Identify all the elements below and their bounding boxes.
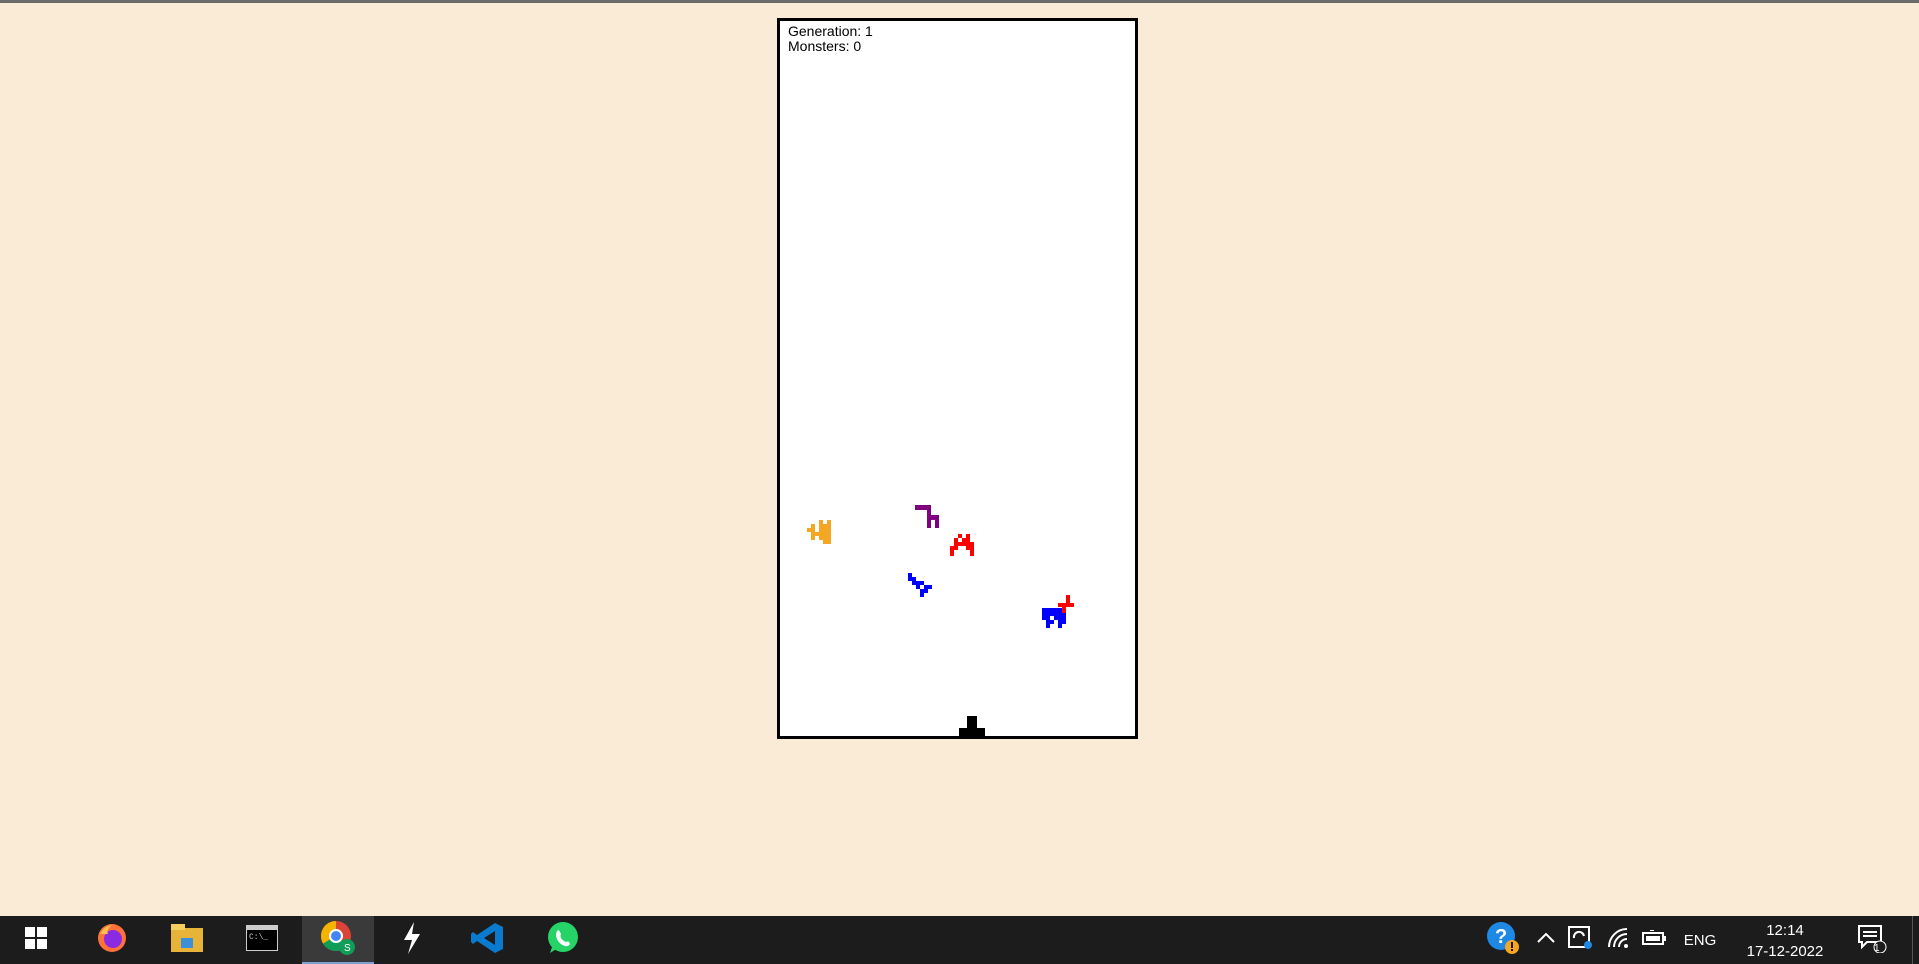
taskbar: C:\_ S ? ENG 12:14 17-12-2022 1 (0, 916, 1919, 964)
monster-orange (807, 520, 833, 544)
monsters-counter: Monsters: 0 (788, 38, 862, 54)
monster-blue (908, 573, 934, 597)
sync-tray-item[interactable] (1566, 916, 1596, 964)
notification-icon (1857, 923, 1887, 958)
help-tray-item[interactable]: ? (1486, 916, 1520, 964)
whatsapp-icon (546, 921, 580, 960)
wifi-icon (1607, 927, 1631, 954)
notification-count: 1 (1874, 943, 1880, 954)
show-desktop-button[interactable] (1912, 916, 1919, 964)
hud: Generation: 1 Monsters: 0 (788, 24, 873, 54)
player-cannon[interactable] (959, 716, 985, 736)
generation-counter: Generation: 1 (788, 23, 873, 39)
show-hidden-icons-button[interactable] (1532, 916, 1560, 964)
svg-text:C:\_: C:\_ (249, 933, 268, 942)
chrome-icon: S (320, 920, 356, 961)
sync-icon (1568, 925, 1594, 955)
battery-tray-item[interactable] (1640, 916, 1670, 964)
terminal-button[interactable]: C:\_ (226, 916, 298, 964)
terminal-icon: C:\_ (245, 923, 279, 956)
svg-text:S: S (344, 943, 351, 954)
start-button[interactable] (0, 916, 72, 964)
firefox-button[interactable] (76, 916, 148, 964)
app-button[interactable] (376, 916, 448, 964)
whatsapp-button[interactable] (527, 916, 599, 964)
firefox-icon (96, 922, 128, 959)
file-explorer-icon (171, 923, 203, 957)
action-center-button[interactable]: 1 (1852, 916, 1892, 964)
chrome-button[interactable]: S (302, 916, 374, 964)
clock-time: 12:14 (1766, 922, 1804, 939)
monster-purple (915, 505, 941, 531)
help-icon: ? (1486, 921, 1520, 960)
battery-icon (1642, 928, 1668, 951)
file-explorer-button[interactable] (151, 916, 223, 964)
chevron-up-icon (1537, 931, 1555, 949)
clock-date: 17-12-2022 (1746, 943, 1824, 960)
window-top-border (0, 0, 1919, 3)
app-icon (400, 921, 424, 959)
svg-text:?: ? (1495, 926, 1507, 948)
monster-red (950, 534, 976, 558)
vscode-icon (471, 921, 505, 960)
game-board[interactable]: Generation: 1 Monsters: 0 (777, 18, 1138, 739)
windows-logo-icon (25, 926, 47, 954)
clock[interactable]: 12:14 17-12-2022 (1710, 920, 1860, 962)
wifi-tray-item[interactable] (1604, 916, 1634, 964)
monster-red-small (1054, 595, 1074, 615)
vscode-button[interactable] (452, 916, 524, 964)
